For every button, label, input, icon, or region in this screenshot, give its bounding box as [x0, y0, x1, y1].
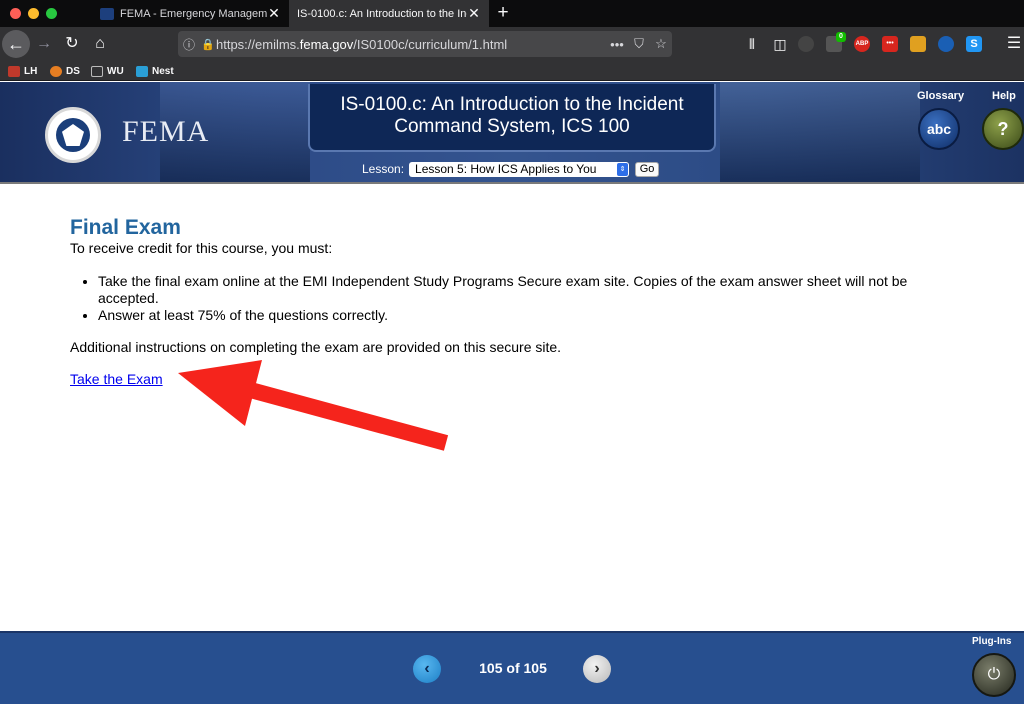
- list-item: Answer at least 75% of the questions cor…: [98, 307, 950, 324]
- chevron-updown-icon: ⇕: [617, 162, 629, 176]
- gmail-icon: [8, 65, 20, 77]
- intro-text: To receive credit for this course, you m…: [70, 240, 333, 256]
- course-title-line2: Command System, ICS 100: [394, 116, 630, 137]
- maximize-window-button[interactable]: [46, 8, 57, 19]
- url-path: /IS0100c/curriculum/1.html: [353, 36, 508, 52]
- glossary-label: Glossary: [917, 90, 965, 102]
- take-exam-link[interactable]: Take the Exam: [70, 371, 163, 388]
- menu-hamburger-icon[interactable]: ☰: [1002, 32, 1024, 56]
- url-bar[interactable]: ⓘ 🔒 https://emilms.fema.gov/IS0100c/curr…: [178, 31, 672, 57]
- lesson-selected-value: Lesson 5: How ICS Applies to You: [415, 161, 597, 176]
- help-button[interactable]: ?: [982, 108, 1024, 150]
- close-tab-icon[interactable]: ✕: [267, 5, 281, 22]
- lesson-label: Lesson:: [362, 162, 405, 176]
- glossary-button[interactable]: abc: [918, 108, 960, 150]
- plugins-button[interactable]: ⏻: [972, 653, 1016, 697]
- home-icon[interactable]: ⌂: [88, 32, 112, 56]
- minimize-window-button[interactable]: [28, 8, 39, 19]
- bookmark-lh[interactable]: LH: [8, 64, 37, 78]
- requirements-list: Take the final exam online at the EMI In…: [98, 273, 950, 324]
- page-title: Final Exam: [70, 216, 181, 239]
- bookmark-label: Nest: [152, 65, 174, 77]
- bookmarks-toolbar: LH DS WU Nest: [0, 61, 1024, 81]
- ds-icon: [50, 65, 62, 77]
- bookmark-nest[interactable]: Nest: [136, 64, 174, 78]
- download-icon[interactable]: [938, 36, 954, 52]
- course-title: IS-0100.c: An Introduction to the Incide…: [308, 84, 716, 152]
- url-text[interactable]: https://emilms.fema.gov/IS0100c/curricul…: [216, 37, 606, 52]
- page-indicator: 105 of 105: [479, 660, 547, 676]
- browser-tab-bar: FEMA - Emergency Management ✕ IS-0100.c:…: [0, 0, 1024, 27]
- bookmark-label: WU: [107, 65, 124, 77]
- lock-icon: 🔒: [201, 38, 215, 51]
- bookmark-label: LH: [24, 65, 38, 77]
- adblock-plus-icon[interactable]: ABP: [854, 36, 870, 52]
- list-item: Take the final exam online at the EMI In…: [98, 273, 950, 307]
- bookmark-star-icon[interactable]: ☆: [650, 36, 672, 52]
- fema-favicon-icon: [100, 7, 114, 20]
- arrow-shaft: [229, 377, 449, 451]
- fema-logo-text: FEMA: [122, 115, 210, 148]
- header-divider: [0, 182, 1024, 184]
- account-icon[interactable]: [798, 36, 814, 52]
- extension-badge: 0: [836, 32, 846, 42]
- info-icon[interactable]: ⓘ: [178, 36, 200, 53]
- back-arrow-icon[interactable]: ←: [2, 30, 30, 58]
- additional-instructions: Additional instructions on completing th…: [70, 339, 562, 355]
- pocket-icon[interactable]: ⛉: [628, 36, 650, 52]
- dhs-seal-icon: [45, 107, 101, 163]
- help-label: Help: [992, 90, 1016, 102]
- bookmark-ds[interactable]: DS: [50, 64, 80, 78]
- go-button[interactable]: Go: [635, 161, 660, 177]
- close-window-button[interactable]: [10, 8, 21, 19]
- bookmark-label: DS: [66, 65, 80, 77]
- bookmark-wu[interactable]: WU: [91, 64, 124, 78]
- header-photo-right: [720, 82, 920, 182]
- new-tab-button[interactable]: +: [494, 2, 512, 24]
- course-title-line1: IS-0100.c: An Introduction to the Incide…: [340, 94, 684, 115]
- sidebar-icon[interactable]: ◫: [768, 32, 792, 56]
- folder-icon: [91, 65, 103, 77]
- plug-icon: ⏻: [987, 666, 1001, 683]
- url-prefix: https://emilms.: [216, 36, 300, 52]
- extension-s-icon[interactable]: S: [966, 36, 982, 52]
- nest-icon: [136, 65, 148, 77]
- main-content: Final Exam To receive credit for this co…: [70, 216, 950, 388]
- url-domain: fema.gov: [299, 36, 354, 52]
- lastpass-icon[interactable]: •••: [882, 36, 898, 52]
- lesson-select[interactable]: Lesson 5: How ICS Applies to You ⇕: [409, 161, 630, 177]
- tab-title: FEMA - Emergency Management: [120, 7, 267, 20]
- next-page-button[interactable]: ›: [583, 655, 611, 683]
- browser-tab-fema[interactable]: FEMA - Emergency Management ✕: [92, 0, 289, 27]
- extension-flame-icon[interactable]: [910, 36, 926, 52]
- library-icon[interactable]: ⫴: [740, 32, 764, 56]
- tab-title: IS-0100.c: An Introduction to the Incid: [297, 7, 467, 20]
- forward-arrow-icon[interactable]: →: [32, 32, 56, 56]
- lesson-navigator: Lesson: Lesson 5: How ICS Applies to You…: [362, 161, 660, 177]
- plugins-label: Plug-Ins: [972, 636, 1012, 647]
- reload-icon[interactable]: ↻: [60, 32, 84, 56]
- close-tab-icon[interactable]: ✕: [467, 5, 481, 22]
- previous-page-button[interactable]: ‹: [413, 655, 441, 683]
- browser-tab-course[interactable]: IS-0100.c: An Introduction to the Incid …: [289, 0, 489, 27]
- page-actions-icon[interactable]: •••: [606, 37, 628, 52]
